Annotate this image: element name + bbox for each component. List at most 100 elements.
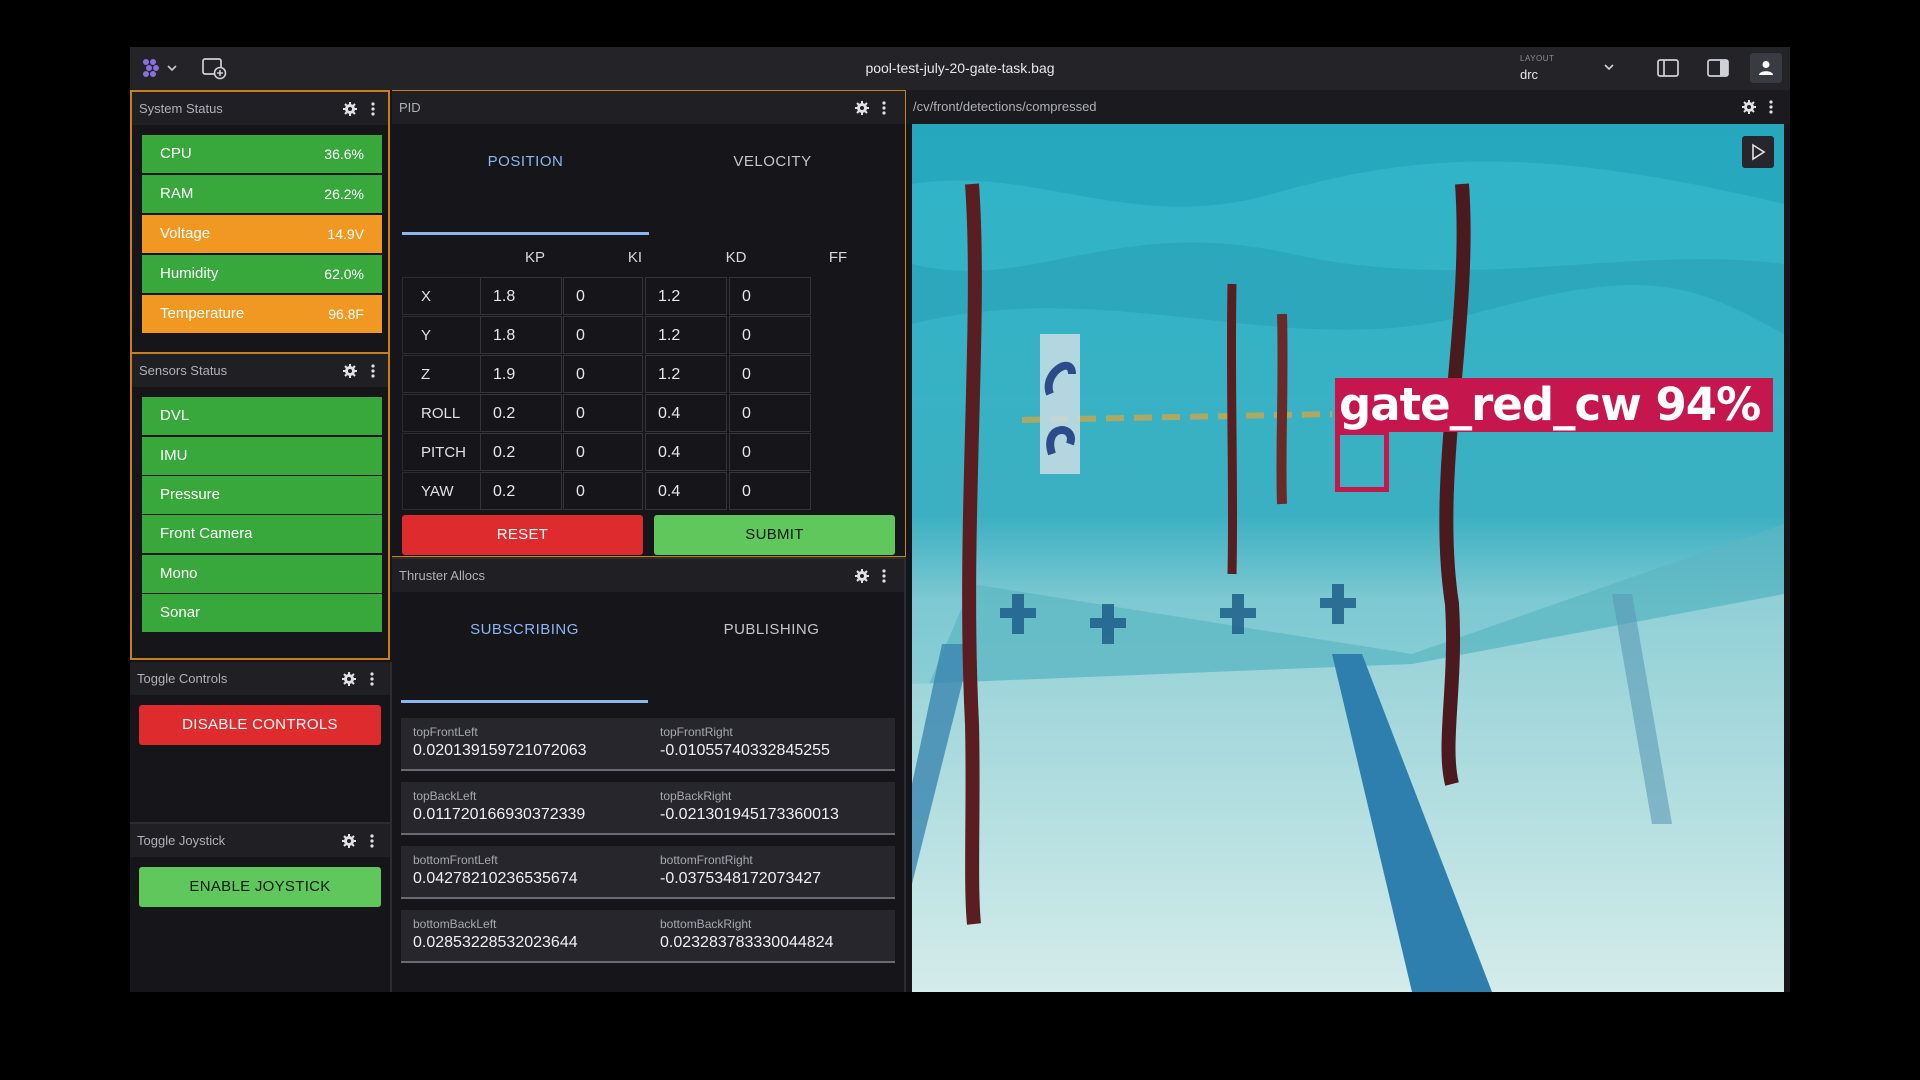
pid-value-input[interactable]: 1.2 [645, 316, 727, 354]
status-name: Temperature [160, 305, 245, 322]
more-options-icon[interactable] [367, 671, 377, 687]
left-sidebar-icon [1657, 59, 1679, 77]
thruster-name: bottomFrontRight [660, 853, 753, 867]
more-options-icon[interactable] [368, 363, 378, 379]
active-tab-indicator [401, 700, 648, 703]
active-tab-indicator [402, 232, 649, 235]
toggle-right-sidebar-button[interactable] [1703, 55, 1733, 81]
pid-value-input[interactable]: 0.4 [645, 472, 727, 510]
user-menu-button[interactable] [1750, 53, 1782, 83]
pid-row-label: PITCH [402, 433, 482, 471]
pid-value-input[interactable]: 1.2 [645, 277, 727, 315]
status-value: 26.2% [324, 186, 364, 202]
status-row-humidity: Humidity 62.0% [142, 255, 382, 293]
status-row-temperature: Temperature 96.8F [142, 295, 382, 333]
pid-value-input[interactable]: 0 [563, 394, 643, 432]
pid-value-input[interactable]: 0.2 [480, 472, 562, 510]
pid-value-input[interactable]: 0 [563, 316, 643, 354]
thruster-value: bottomBackLeft 0.02853228532023644 [401, 910, 646, 963]
pid-value-input[interactable]: 0.2 [480, 433, 562, 471]
pid-value-input[interactable]: 0 [563, 355, 643, 393]
app-menu-button[interactable] [140, 55, 180, 81]
enable-joystick-button[interactable]: ENABLE JOYSTICK [139, 867, 381, 907]
layout-label: LAYOUT [1520, 54, 1555, 63]
layout-selector[interactable]: LAYOUT drc [1508, 51, 1626, 87]
right-sidebar-icon [1707, 59, 1729, 77]
status-value: 14.9V [327, 226, 364, 242]
panel-header: /cv/front/detections/compressed [906, 90, 1790, 124]
thruster-name: topFrontLeft [413, 725, 478, 739]
disable-controls-button[interactable]: DISABLE CONTROLS [139, 705, 381, 745]
toggle-left-sidebar-button[interactable] [1653, 55, 1683, 81]
status-row-voltage: Voltage 14.9V [142, 215, 382, 253]
add-panel-button[interactable] [200, 55, 228, 81]
more-options-icon[interactable] [879, 100, 889, 116]
more-options-icon[interactable] [367, 833, 377, 849]
sensor-row-mono: Mono [142, 555, 382, 593]
toggle-joystick-panel: Toggle Joystick ENABLE JOYSTICK [130, 824, 392, 992]
add-panel-icon [202, 58, 227, 80]
pid-value-input[interactable]: 0 [729, 316, 811, 354]
pid-value-input[interactable]: 1.9 [480, 355, 562, 393]
gear-icon[interactable] [342, 101, 358, 117]
select-tool-button[interactable] [1742, 136, 1774, 168]
gear-icon[interactable] [1741, 99, 1757, 115]
cursor-icon [1752, 143, 1766, 161]
pid-value-input[interactable]: 0 [563, 472, 643, 510]
pid-column-headers: KP KI KD FF [392, 240, 905, 276]
status-row-cpu: CPU 36.6% [142, 135, 382, 173]
pid-value-input[interactable]: 0 [729, 355, 811, 393]
gear-icon[interactable] [854, 568, 870, 584]
pid-value-input[interactable]: 0 [729, 394, 811, 432]
tab-publishing[interactable]: PUBLISHING [648, 602, 895, 658]
pid-value-input[interactable]: 1.8 [480, 277, 562, 315]
sensor-name: Pressure [160, 486, 221, 503]
thruster-value: topBackLeft 0.011720166930372339 [401, 782, 646, 835]
pid-panel: PID POSITION VELOCITY KP KI KD FF X 1.8 0 1… [392, 90, 906, 557]
gear-icon[interactable] [342, 363, 358, 379]
reset-button[interactable]: RESET [402, 515, 643, 555]
pid-value-input[interactable]: 0 [563, 433, 643, 471]
sensor-row-sonar: Sonar [142, 594, 382, 632]
pid-value-input[interactable]: 1.8 [480, 316, 562, 354]
thruster-value: topFrontRight -0.01055740332845255 [648, 718, 893, 771]
column-header-ff: FF [828, 249, 848, 266]
more-options-icon[interactable] [879, 568, 889, 584]
underwater-scene [912, 124, 1784, 992]
pid-row-label: X [402, 277, 482, 315]
thruster-name: topFrontRight [660, 725, 733, 739]
thruster-name: bottomFrontLeft [413, 853, 498, 867]
gear-icon[interactable] [854, 100, 870, 116]
pid-row-label: YAW [402, 472, 482, 510]
gear-icon[interactable] [341, 671, 357, 687]
pid-value-input[interactable]: 0 [729, 277, 811, 315]
more-options-icon[interactable] [1766, 99, 1776, 115]
sensor-name: Mono [160, 565, 198, 582]
user-icon [1759, 61, 1773, 75]
pid-value-input[interactable]: 1.2 [645, 355, 727, 393]
panel-title: PID [399, 100, 421, 115]
panel-header: Toggle Controls [130, 662, 390, 695]
panel-title: Sensors Status [139, 363, 228, 378]
sensor-row-front-camera: Front Camera [142, 515, 382, 553]
pid-value-input[interactable]: 0.4 [645, 433, 727, 471]
camera-topic: /cv/front/detections/compressed [913, 99, 1097, 114]
thruster-number: -0.01055740332845255 [660, 742, 830, 759]
sensor-name: IMU [160, 447, 188, 464]
tab-subscribing[interactable]: SUBSCRIBING [401, 602, 648, 658]
pid-value-input[interactable]: 0.2 [480, 394, 562, 432]
panel-title: Thruster Allocs [399, 568, 485, 583]
tab-velocity[interactable]: VELOCITY [649, 134, 896, 190]
tab-position[interactable]: POSITION [402, 134, 649, 190]
top-bar: pool-test-july-20-gate-task.bag LAYOUT d… [130, 47, 1790, 90]
pid-value-input[interactable]: 0 [729, 472, 811, 510]
pid-value-input[interactable]: 0.4 [645, 394, 727, 432]
submit-button[interactable]: SUBMIT [654, 515, 895, 555]
gear-icon[interactable] [341, 833, 357, 849]
panel-header: Sensors Status [132, 354, 388, 387]
thruster-number: -0.02130194517336001​3 [660, 806, 839, 823]
toggle-controls-panel: Toggle Controls DISABLE CONTROLS [130, 662, 392, 824]
more-options-icon[interactable] [368, 101, 378, 117]
pid-value-input[interactable]: 0 [563, 277, 643, 315]
pid-value-input[interactable]: 0 [729, 433, 811, 471]
